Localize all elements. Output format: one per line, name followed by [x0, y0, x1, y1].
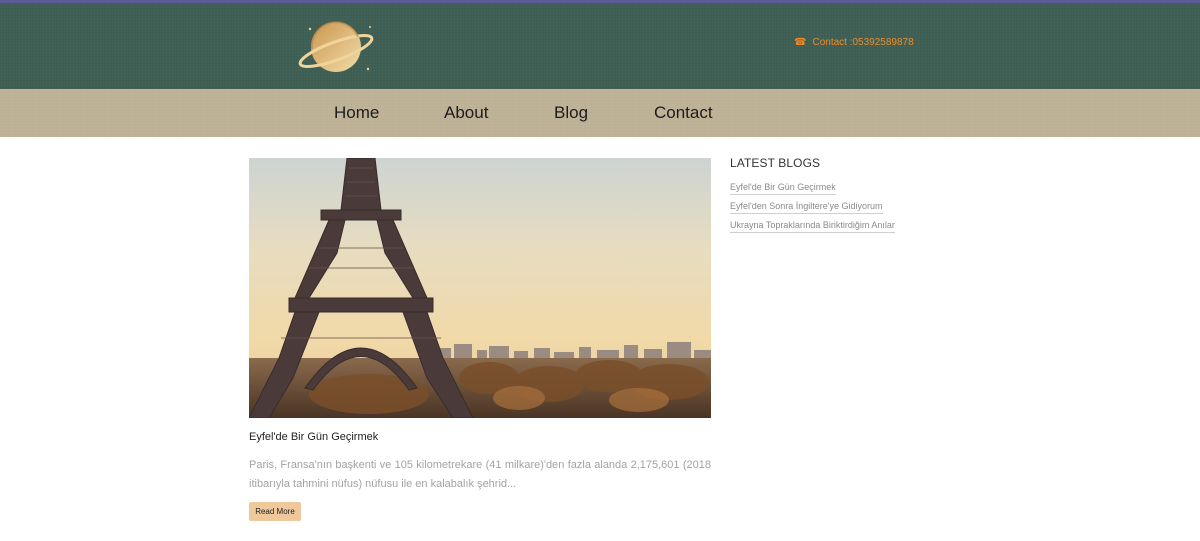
eiffel-tower-photo [249, 158, 711, 418]
list-item: Eyfel'den Sonra İngiltere'ye Gidiyorum [730, 199, 895, 214]
site-header: ☎ Contact :05392589878 [0, 3, 1200, 89]
nav-home[interactable]: Home [334, 104, 379, 122]
list-item: Ukrayna Topraklarında Biriktirdiğim Anıl… [730, 218, 895, 233]
latest-blog-link-1[interactable]: Eyfel'de Bir Gün Geçirmek [730, 181, 836, 195]
sidebar-heading: LATEST BLOGS [730, 156, 821, 170]
post-featured-image[interactable] [249, 158, 711, 418]
main-nav: Home About Blog Contact [0, 89, 1200, 137]
post-title[interactable]: Eyfel'de Bir Gün Geçirmek [249, 431, 378, 443]
nav-blog[interactable]: Blog [554, 104, 588, 122]
contact-info[interactable]: ☎ Contact :05392589878 [794, 37, 914, 48]
latest-blogs-list: Eyfel'de Bir Gün Geçirmek Eyfel'den Sonr… [730, 180, 895, 233]
phone-icon: ☎ [794, 37, 807, 48]
read-more-button[interactable]: Read More [249, 502, 301, 521]
latest-blogs-sidebar: LATEST BLOGS Eyfel'de Bir Gün Geçirmek E… [730, 156, 895, 237]
site-logo[interactable] [298, 19, 378, 79]
nav-about[interactable]: About [444, 104, 488, 122]
post-excerpt: Paris, Fransa'nın başkenti ve 105 kilome… [249, 459, 711, 490]
latest-blog-link-3[interactable]: Ukrayna Topraklarında Biriktirdiğim Anıl… [730, 219, 895, 233]
planet-logo-icon [298, 21, 374, 72]
list-item: Eyfel'de Bir Gün Geçirmek [730, 180, 895, 195]
contact-text: Contact :05392589878 [812, 37, 914, 48]
latest-blog-link-2[interactable]: Eyfel'den Sonra İngiltere'ye Gidiyorum [730, 200, 883, 214]
nav-contact[interactable]: Contact [654, 104, 713, 122]
